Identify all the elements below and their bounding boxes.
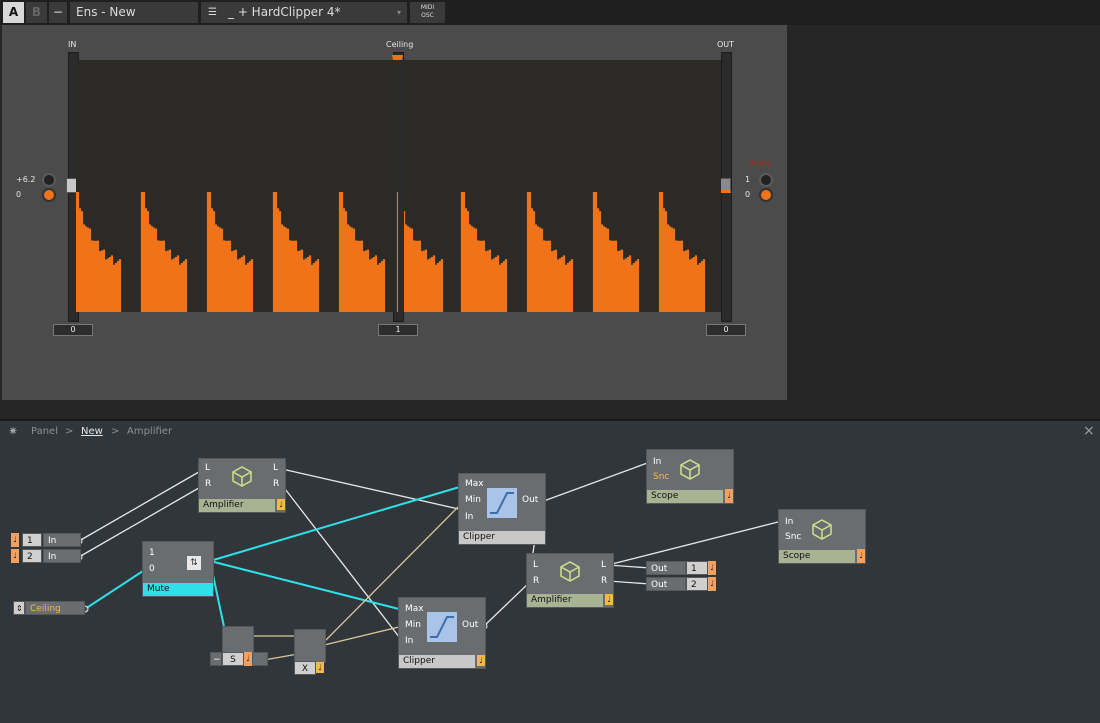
port-min[interactable]: Min — [465, 495, 481, 505]
amplifier-name: Amplifier — [199, 499, 275, 512]
out-number-1: 1 — [686, 561, 708, 575]
port-out[interactable]: Out — [522, 495, 538, 505]
ceiling-module[interactable]: Ceiling — [25, 601, 85, 615]
wires — [75, 458, 786, 664]
wire[interactable] — [607, 580, 651, 585]
wire[interactable] — [540, 461, 651, 503]
out-module-2[interactable]: Out — [646, 577, 686, 591]
wire[interactable] — [263, 653, 299, 661]
cube-icon — [232, 466, 252, 487]
in-module-1[interactable]: In — [43, 533, 81, 547]
port-snc[interactable]: Snc — [785, 532, 801, 542]
cube-icon — [812, 519, 832, 540]
s-minus: − — [210, 652, 222, 666]
in-module-2[interactable]: In — [43, 549, 81, 563]
in-number-1: 1 — [22, 533, 42, 547]
x-label: X — [294, 661, 316, 675]
wire[interactable] — [319, 625, 404, 647]
port-in[interactable]: In — [405, 636, 413, 646]
note-icon: ♩ — [857, 549, 865, 563]
port-snc[interactable]: Snc — [653, 472, 669, 482]
in-number-2: 2 — [22, 549, 42, 563]
note-icon: ♩ — [708, 577, 716, 591]
wire[interactable] — [281, 468, 464, 511]
clipper-curve-icon — [487, 488, 517, 518]
ceiling-knob-icon: ⇕ — [13, 601, 25, 615]
wire[interactable] — [607, 564, 651, 569]
x-module[interactable] — [294, 629, 326, 663]
note-icon: ♩ — [725, 489, 733, 503]
port-out[interactable]: Out — [462, 620, 478, 630]
clipper-name: Clipper — [459, 531, 545, 544]
port-in[interactable]: In — [653, 457, 661, 467]
cube-icon — [560, 561, 580, 582]
port-r-out[interactable]: R — [273, 479, 279, 489]
port-in[interactable]: In — [785, 517, 793, 527]
cube-icon — [680, 459, 700, 480]
note-icon: ♩ — [605, 594, 613, 605]
port-1[interactable]: 1 — [149, 548, 155, 558]
port-max[interactable]: Max — [405, 604, 424, 614]
wire[interactable] — [607, 520, 783, 566]
note-icon: ♩ — [708, 561, 716, 575]
scope-name: Scope — [779, 550, 855, 563]
scope-module[interactable]: In Snc Scope ♩ — [646, 449, 734, 504]
port-max[interactable]: Max — [465, 479, 484, 489]
mute-module[interactable]: 1 0 ⇅ Mute — [142, 541, 214, 597]
port-r-in[interactable]: R — [533, 576, 539, 586]
note-icon: ♩ — [277, 499, 285, 510]
scope-name: Scope — [647, 490, 723, 503]
port-l-in[interactable]: L — [533, 560, 538, 570]
wire[interactable] — [483, 580, 532, 627]
port-min[interactable]: Min — [405, 620, 421, 630]
port-l-out[interactable]: L — [601, 560, 606, 570]
out-module-1[interactable]: Out — [646, 561, 686, 575]
scope-module[interactable]: In Snc Scope ♩ — [778, 509, 866, 564]
port-r-in[interactable]: R — [205, 479, 211, 489]
amplifier-name: Amplifier — [527, 594, 603, 607]
wire[interactable] — [78, 468, 205, 542]
note-icon: ♩ — [477, 655, 485, 666]
note-icon: ♩ — [244, 652, 252, 666]
clipper-curve-icon — [427, 612, 457, 642]
switch-icon: ⇅ — [187, 556, 201, 570]
port-r-out[interactable]: R — [601, 576, 607, 586]
port-l-out[interactable]: L — [273, 463, 278, 473]
out-number-2: 2 — [686, 577, 708, 591]
note-icon: ♩ — [11, 533, 19, 547]
s-label: S — [222, 652, 244, 666]
wire[interactable] — [84, 568, 147, 610]
port-l-in[interactable]: L — [205, 463, 210, 473]
wire[interactable] — [209, 560, 404, 611]
note-icon: ♩ — [316, 662, 324, 673]
port-0[interactable]: 0 — [149, 564, 155, 574]
port-in[interactable]: In — [465, 512, 473, 522]
s-module[interactable] — [222, 626, 254, 654]
s-output-box — [252, 652, 268, 666]
amplifier-module[interactable]: L R L R Amplifier ♩ — [526, 553, 614, 608]
clipper-module[interactable]: Max Min In Out Clipper ♩ — [398, 597, 486, 669]
amplifier-module[interactable]: L R L R Amplifier ♩ — [198, 458, 286, 513]
clipper-module[interactable]: Max Min In Out Clipper — [458, 473, 546, 545]
note-icon: ♩ — [11, 549, 19, 563]
clipper-name: Clipper — [399, 655, 475, 668]
mute-name: Mute — [143, 583, 213, 596]
